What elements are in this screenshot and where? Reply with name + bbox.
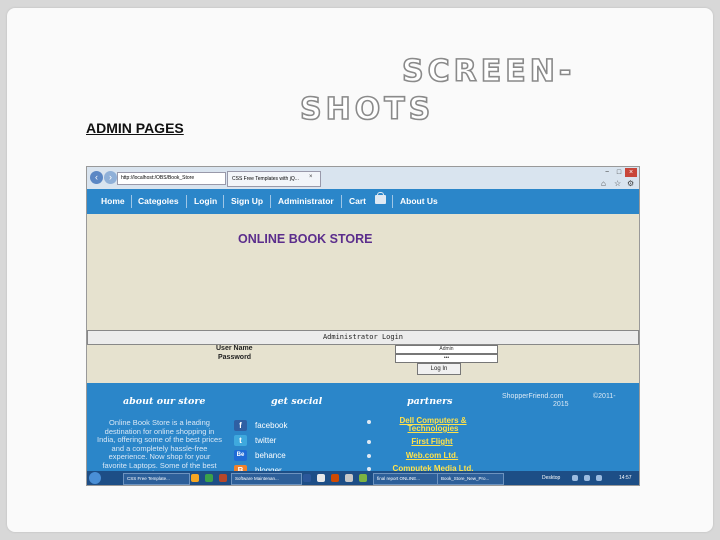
address-bar[interactable]: http://localhost:/OBS/Book_Store [117,172,226,185]
app-icon[interactable] [359,474,367,482]
tray-icon[interactable] [572,475,578,481]
media-app-icon[interactable] [331,474,339,482]
partner-dell[interactable]: Dell Computers & Technologies [393,417,473,433]
admin-pages-label: ADMIN PAGES [86,120,184,136]
folder-app-icon[interactable] [191,474,199,482]
nav-categories[interactable]: Categoles [138,196,179,206]
minimize-icon[interactable]: − [601,168,613,177]
maximize-icon[interactable]: □ [613,168,625,177]
nav-divider [270,195,271,208]
nav-administrator[interactable]: Administrator [278,196,334,206]
network-icon[interactable] [596,475,602,481]
nav-divider [341,195,342,208]
user-name-input[interactable]: Admin [395,345,498,354]
tab-close-icon[interactable]: × [309,174,313,180]
taskbar: CSS Free Template... Software Maintenan.… [87,471,639,485]
nav-sign-up[interactable]: Sign Up [231,196,263,206]
taskbar-item-software-maintenance[interactable]: Software Maintenan... [231,473,302,485]
social-twitter[interactable]: twitter [255,436,276,445]
partner-bullet [367,440,371,444]
site-nav: Home Categoles Login Sign Up Administrat… [87,189,639,214]
taskbar-item-book-store[interactable]: Book_Store_New_Pro... [437,473,504,485]
back-icon[interactable]: ‹ [90,171,103,184]
gear-icon[interactable]: ⚙ [627,179,634,188]
window-close-icon[interactable]: × [625,168,637,177]
browser-screenshot: ‹ › http://localhost:/OBS/Book_Store CSS… [86,166,640,486]
nav-divider [223,195,224,208]
partners-heading: partners [407,396,453,407]
about-heading: about our store [123,396,206,407]
chrome-app-icon[interactable] [317,474,325,482]
copyright-site: ShopperFriend.com [502,393,564,400]
forward-icon[interactable]: › [104,171,117,184]
app-icon[interactable] [345,474,353,482]
about-text: Online Book Store is a leading destinati… [97,418,222,477]
password-label: Password [218,354,252,361]
social-behance[interactable]: behance [255,451,286,460]
clock: 14:57 [619,475,632,481]
nav-divider [186,195,187,208]
nav-about-us[interactable]: About Us [400,196,438,206]
password-input[interactable]: ••• [395,354,498,363]
user-name-label: User Name [216,345,253,352]
twitter-icon[interactable]: t [234,435,247,446]
slide-title-line1: SCREEN- [401,53,576,90]
nav-divider [131,195,132,208]
nav-login[interactable]: Login [194,196,217,206]
start-icon[interactable] [89,472,101,484]
copyright-year-end: 2015 [553,401,569,408]
copyright-year: ©2011- [593,393,616,400]
nav-cart[interactable]: Cart [349,196,366,206]
desktop-toolbar[interactable]: Desktop [542,472,560,484]
excel-app-icon[interactable] [205,474,213,482]
partner-bullet [367,454,371,458]
taskbar-item-css-template[interactable]: CSS Free Template... [123,473,190,485]
store-title: ONLINE BOOK STORE [238,232,373,246]
nav-divider [392,195,393,208]
login-button[interactable]: Log In [417,363,461,375]
admin-login-bar: Administrator Login [87,330,639,345]
star-icon[interactable]: ☆ [614,179,621,188]
taskbar-item-final-report[interactable]: final report ONLINE... [373,473,438,485]
social-heading: get social [271,396,323,407]
browser-chrome: ‹ › http://localhost:/OBS/Book_Store CSS… [87,167,639,190]
partner-first-flight[interactable]: First Flight [397,438,467,446]
site-footer: about our store get social partners Shop… [87,383,639,478]
home-icon[interactable]: ⌂ [601,179,606,188]
partner-bullet [367,420,371,424]
powerpoint-app-icon[interactable] [219,474,227,482]
facebook-icon[interactable]: f [234,420,247,431]
behance-icon[interactable]: Be [234,450,247,461]
tab-css-templates[interactable]: CSS Free Templates with jQ... [227,171,321,187]
social-facebook[interactable]: facebook [255,421,287,430]
partner-web-com[interactable]: Web.com Ltd. [397,452,467,460]
slide-title-line2: SHOTS [299,91,435,128]
shopping-bag-icon[interactable] [375,195,386,204]
nav-home[interactable]: Home [101,196,125,206]
word-app-icon[interactable] [303,474,311,482]
volume-icon[interactable] [584,475,590,481]
